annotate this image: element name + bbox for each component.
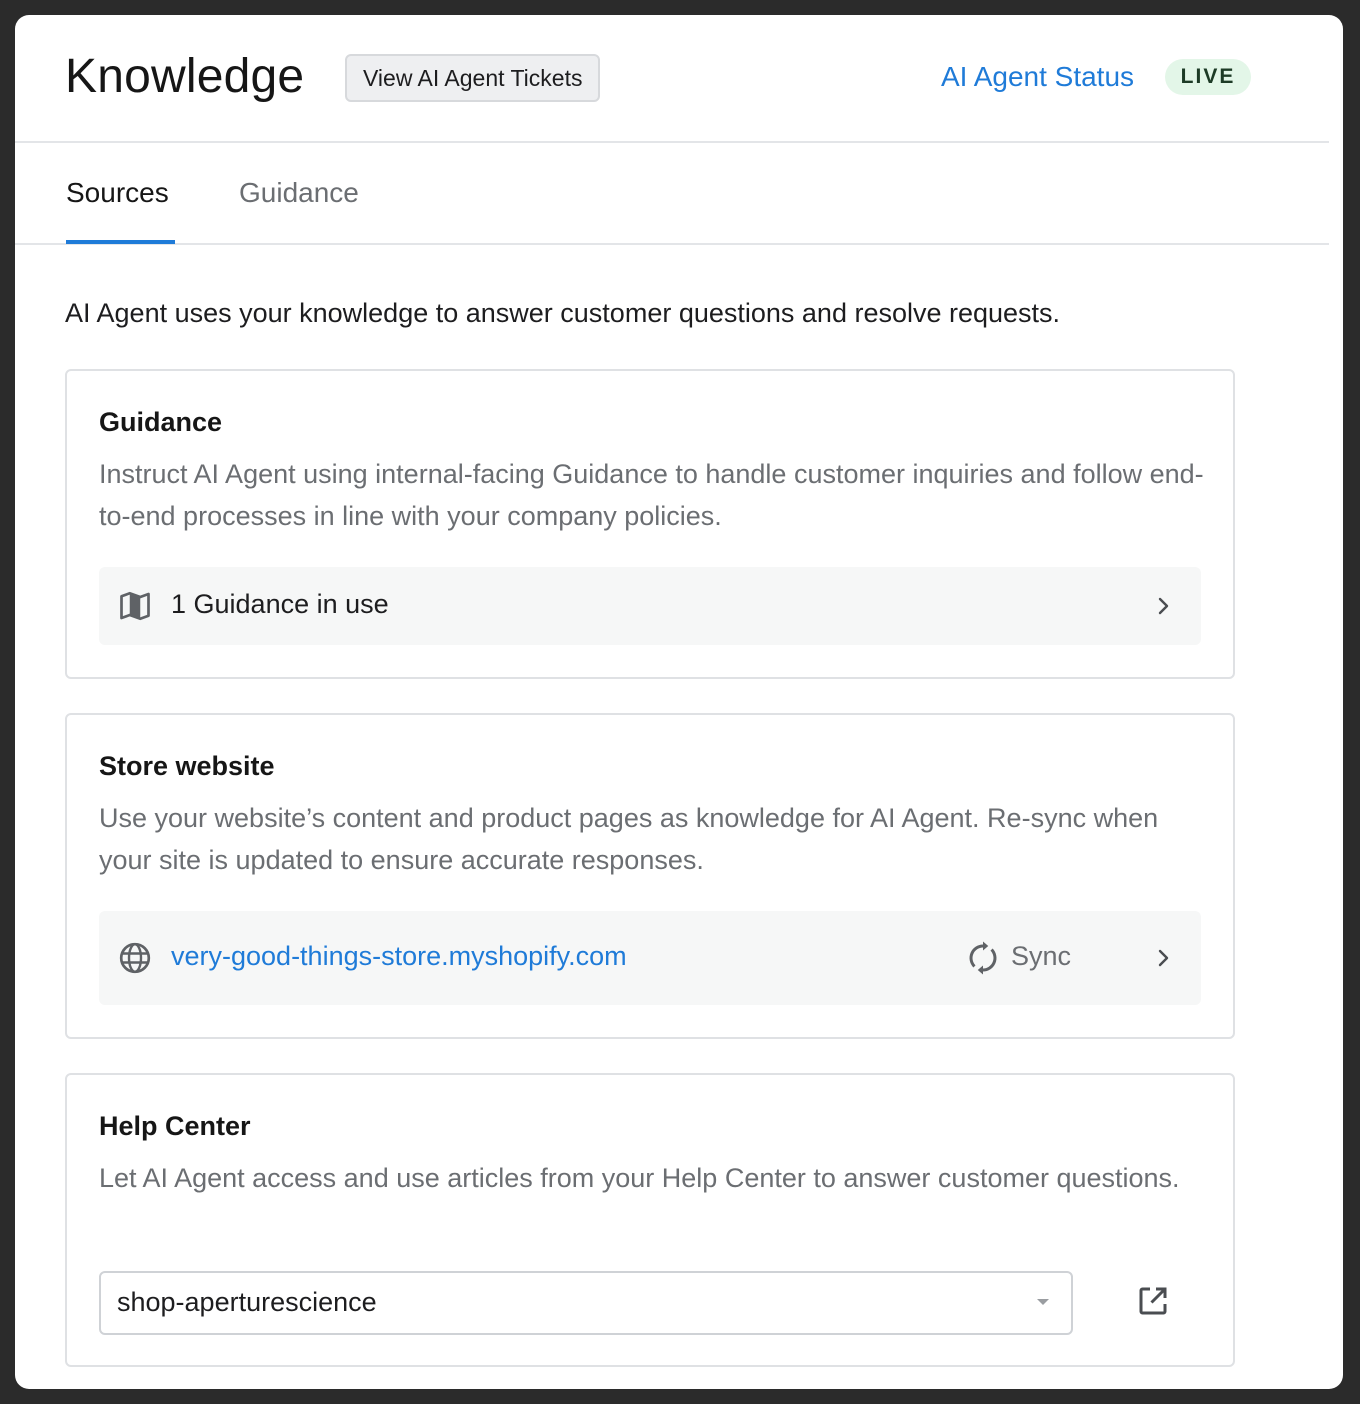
tab-guidance[interactable]: Guidance (239, 177, 359, 209)
view-ai-agent-tickets-button[interactable]: View AI Agent Tickets (345, 54, 601, 102)
open-external-icon[interactable] (1135, 1283, 1171, 1319)
tab-bar: Sources Guidance (15, 143, 1329, 245)
sync-icon (969, 941, 997, 975)
store-url-link[interactable]: very-good-things-store.myshopify.com (171, 941, 627, 972)
page-title: Knowledge (65, 50, 305, 103)
globe-icon (119, 942, 151, 974)
guidance-in-use-row[interactable]: 1 Guidance in use (99, 567, 1201, 645)
knowledge-window: Knowledge View AI Agent Tickets AI Agent… (15, 15, 1343, 1389)
card-description: Instruct AI Agent using internal-facing … (99, 459, 1204, 531)
card-description: Use your website’s content and product p… (99, 803, 1159, 875)
chevron-right-icon (1158, 597, 1169, 615)
card-title: Help Center (99, 1111, 251, 1141)
ai-agent-status-link[interactable]: AI Agent Status (941, 61, 1134, 93)
store-website-card: Store website Use your website’s content… (65, 713, 1235, 1039)
card-description: Let AI Agent access and use articles fro… (99, 1163, 1180, 1193)
store-website-row[interactable]: very-good-things-store.myshopify.com Syn… (99, 911, 1201, 1005)
chevron-right-icon (1158, 949, 1169, 967)
intro-text: AI Agent uses your knowledge to answer c… (65, 298, 1061, 328)
page-header: Knowledge View AI Agent Tickets AI Agent… (15, 15, 1329, 143)
card-title: Store website (99, 751, 275, 781)
active-tab-indicator (66, 240, 175, 244)
sync-label: Sync (1011, 941, 1072, 971)
status-badge: LIVE (1165, 59, 1251, 95)
help-center-selected-value: shop-aperturescience (117, 1287, 377, 1317)
guidance-card: Guidance Instruct AI Agent using interna… (65, 369, 1235, 679)
map-icon (120, 591, 150, 621)
tab-sources[interactable]: Sources (66, 177, 169, 209)
help-center-card: Help Center Let AI Agent access and use … (65, 1073, 1235, 1367)
caret-down-icon (1037, 1299, 1049, 1305)
card-title: Guidance (99, 407, 223, 437)
guidance-count-label: 1 Guidance in use (171, 589, 389, 619)
help-center-select[interactable]: shop-aperturescience (99, 1271, 1073, 1335)
